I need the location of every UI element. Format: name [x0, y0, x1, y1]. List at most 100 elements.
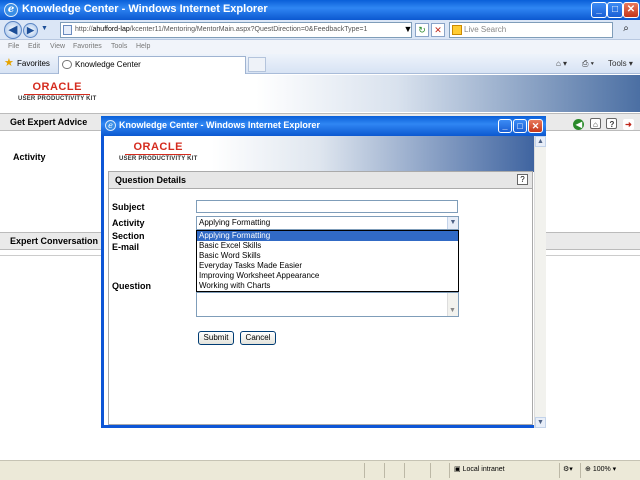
- popup-title: Knowledge Center - Windows Internet Expl…: [119, 120, 320, 130]
- activity-option[interactable]: Basic Excel Skills: [197, 241, 458, 251]
- tab-label: Knowledge Center: [75, 60, 141, 69]
- minimize-button[interactable]: _: [591, 2, 607, 18]
- zoom-icon: ⊕: [585, 466, 591, 473]
- oracle-logo-word: ORACLE: [24, 81, 90, 95]
- chevron-down-icon[interactable]: ▼: [447, 217, 458, 229]
- tools-label: Tools: [608, 59, 627, 68]
- section-label: Section: [112, 231, 145, 241]
- menu-edit[interactable]: Edit: [28, 40, 40, 53]
- popup-oracle-logo-sub: USER PRODUCTIVITY KIT: [119, 156, 198, 162]
- tools-menu[interactable]: Tools ▾: [608, 58, 633, 70]
- home-icon[interactable]: ⌂ ▾: [556, 58, 567, 70]
- stop-icon[interactable]: ✕: [431, 23, 445, 37]
- favorites-button[interactable]: ★ Favorites: [4, 57, 50, 71]
- menu-view[interactable]: View: [50, 40, 65, 53]
- activity-option[interactable]: Everyday Tasks Made Easier: [197, 261, 458, 271]
- question-details-header: Question Details ?: [108, 171, 533, 189]
- oracle-logo-sub: USER PRODUCTIVITY KIT: [18, 96, 97, 102]
- oracle-logo: ORACLE USER PRODUCTIVITY KIT: [18, 81, 96, 102]
- subject-input[interactable]: [196, 200, 458, 213]
- activity-option[interactable]: Basic Word Skills: [197, 251, 458, 261]
- status-divider: [430, 463, 431, 478]
- subject-label: Subject: [112, 202, 145, 212]
- question-details-title: Question Details: [115, 175, 187, 185]
- activity-option[interactable]: Working with Charts: [197, 281, 458, 291]
- scroll-up-icon[interactable]: ▲: [535, 136, 546, 147]
- status-divider: [404, 463, 405, 478]
- menu-favorites[interactable]: Favorites: [73, 40, 102, 53]
- popup-oracle-header: ORACLE USER PRODUCTIVITY KIT: [104, 136, 534, 172]
- status-divider: [364, 463, 365, 478]
- page-toolbar: ◀ ⌂ ? ➜: [570, 116, 634, 132]
- menu-bar: File Edit View Favorites Tools Help: [0, 40, 640, 54]
- favorites-bar: ★ Favorites Knowledge Center ⌂ ▾ ⎙ ▾ Too…: [0, 54, 640, 74]
- question-textarea[interactable]: ▼: [196, 292, 459, 317]
- search-placeholder: Live Search: [464, 25, 507, 34]
- activity-option[interactable]: Improving Worksheet Appearance: [197, 271, 458, 281]
- scroll-down-icon[interactable]: ▼: [535, 417, 546, 428]
- popup-window: e Knowledge Center - Windows Internet Ex…: [101, 116, 546, 428]
- popup-scrollbar[interactable]: ▲ ▼: [534, 136, 546, 428]
- oracle-header: ORACLE USER PRODUCTIVITY KIT: [0, 75, 640, 112]
- email-label: E-mail: [112, 242, 140, 252]
- favorites-label: Favorites: [17, 59, 50, 68]
- security-zone[interactable]: ▣ Local intranet: [449, 463, 559, 478]
- popup-close-button[interactable]: ✕: [528, 119, 543, 133]
- back-icon[interactable]: ◀: [4, 21, 22, 39]
- url-host: ahufford-lap: [92, 26, 130, 33]
- ie-icon: e: [4, 3, 18, 17]
- help-page-icon[interactable]: ?: [606, 118, 618, 129]
- home-page-icon[interactable]: ⌂: [589, 118, 601, 129]
- expert-conversation-title: Expert Conversation: [10, 236, 99, 246]
- activity-option[interactable]: Applying Formatting: [197, 231, 458, 241]
- popup-titlebar[interactable]: e Knowledge Center - Windows Internet Ex…: [101, 116, 546, 136]
- print-icon[interactable]: ⎙ ▾: [582, 58, 594, 70]
- menu-tools[interactable]: Tools: [111, 40, 127, 53]
- window-titlebar[interactable]: e Knowledge Center - Windows Internet Ex…: [0, 0, 640, 20]
- help-icon[interactable]: ?: [517, 174, 528, 185]
- close-button[interactable]: ✕: [623, 2, 639, 18]
- search-input[interactable]: Live Search: [449, 22, 613, 38]
- status-divider: [384, 463, 385, 478]
- window-title: Knowledge Center - Windows Internet Expl…: [22, 3, 268, 15]
- search-icon[interactable]: ⌕: [619, 23, 633, 37]
- popup-ie-icon: e: [105, 120, 116, 131]
- cancel-button[interactable]: Cancel: [240, 331, 276, 345]
- refresh-icon[interactable]: ↻: [415, 23, 429, 37]
- zoom-control[interactable]: ⊕ 100% ▾: [580, 463, 630, 478]
- back-page-icon[interactable]: ◀: [573, 119, 585, 130]
- get-expert-advice-title: Get Expert Advice: [10, 117, 88, 127]
- popup-maximize-button[interactable]: □: [513, 119, 527, 133]
- star-icon: ★: [4, 57, 14, 69]
- new-tab-button[interactable]: [248, 57, 266, 72]
- popup-oracle-logo: ORACLE USER PRODUCTIVITY KIT: [119, 141, 197, 162]
- popup-oracle-logo-word: ORACLE: [125, 141, 191, 155]
- scroll-down-icon[interactable]: ▼: [447, 305, 458, 316]
- url-path: /kcenter11/Mentoring/MentorMain.aspx?Que…: [129, 26, 368, 33]
- tab-knowledge-center[interactable]: Knowledge Center: [58, 56, 246, 74]
- activity-label: Activity: [112, 218, 145, 228]
- menu-file[interactable]: File: [8, 40, 19, 53]
- menu-help[interactable]: Help: [136, 40, 150, 53]
- submit-button[interactable]: Submit: [198, 331, 234, 345]
- activity-dropdown-list: Applying Formatting Basic Excel Skills B…: [196, 230, 459, 292]
- zone-label: Local intranet: [462, 466, 505, 473]
- intranet-icon: ▣: [454, 466, 461, 473]
- exit-page-icon[interactable]: ➜: [623, 119, 634, 130]
- url-input[interactable]: http://ahufford-lap/kcenter11/Mentoring/…: [60, 22, 412, 38]
- address-dropdown-icon[interactable]: ▼: [401, 23, 415, 37]
- forward-icon[interactable]: ▶: [23, 23, 38, 38]
- status-bar: ▣ Local intranet ⚙▾ ⊕ 100% ▾: [0, 460, 640, 480]
- protected-mode-icon[interactable]: ⚙▾: [559, 463, 579, 478]
- question-label: Question: [112, 281, 152, 291]
- page-tab-icon: [62, 60, 72, 69]
- popup-minimize-button[interactable]: _: [498, 119, 512, 133]
- activity-selected-value: Applying Formatting: [199, 218, 271, 227]
- url-scheme: http://: [75, 26, 93, 33]
- address-bar: ◀ ▶ ▼ http://ahufford-lap/kcenter11/Ment…: [0, 20, 640, 40]
- maximize-button[interactable]: □: [607, 2, 623, 18]
- activity-select[interactable]: Applying Formatting ▼: [196, 216, 459, 230]
- activity-page-label: Activity: [13, 152, 46, 162]
- zoom-level: 100%: [592, 466, 611, 473]
- recent-pages-icon[interactable]: ▼: [41, 25, 48, 32]
